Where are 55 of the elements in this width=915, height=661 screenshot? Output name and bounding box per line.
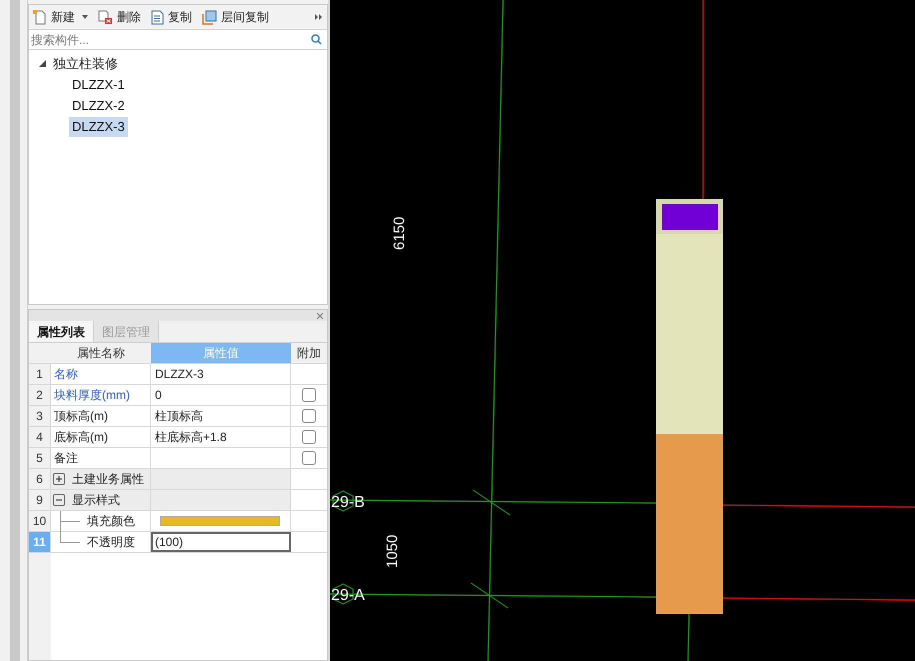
scrollbar-icon[interactable] — [10, 0, 20, 661]
tree-item[interactable]: DLZZX-2 — [69, 96, 128, 116]
tree-item[interactable]: 独立柱装修 — [53, 54, 118, 74]
new-document-icon — [33, 10, 47, 24]
column-header: 属性名称 — [51, 343, 151, 363]
tree-item[interactable]: DLZZX-3 — [69, 116, 128, 136]
checkbox[interactable] — [302, 409, 316, 423]
property-name: 备注 — [54, 450, 78, 467]
row-number: 6 — [29, 469, 51, 489]
axis-line — [687, 614, 690, 661]
value-cell[interactable] — [151, 469, 291, 489]
dimension-label: 6150 — [391, 216, 408, 250]
dimension-label: 1050 — [384, 534, 401, 568]
property-name: 顶标高(m) — [54, 408, 108, 425]
property-name: 土建业务属性 — [72, 471, 144, 488]
row-number: 1 — [29, 364, 51, 384]
property-name: 填充颜色 — [87, 513, 135, 530]
tick-mark — [472, 490, 510, 516]
toolbar-button[interactable]: 新建 — [33, 8, 88, 26]
property-name: 块料厚度(mm) — [54, 387, 130, 404]
expand-icon[interactable] — [53, 473, 65, 485]
row-number: 11 — [29, 532, 51, 552]
stacked-squares-icon — [202, 10, 217, 24]
row-number: 5 — [29, 448, 51, 468]
property-name: 不透明度 — [87, 534, 135, 551]
more-icon[interactable] — [315, 14, 323, 20]
column-header: 附加 — [291, 343, 327, 363]
expand-arrow-icon[interactable] — [39, 60, 46, 67]
collapse-icon[interactable] — [53, 494, 65, 506]
tree-item[interactable]: DLZZX-1 — [69, 74, 128, 94]
checkbox[interactable] — [302, 451, 316, 465]
row-number: 10 — [29, 511, 51, 531]
color-swatch[interactable] — [160, 516, 280, 526]
value-cell[interactable]: (100) — [151, 532, 291, 552]
row-number: 4 — [29, 427, 51, 447]
toolbar-button[interactable]: 层间复制 — [202, 8, 269, 26]
delete-document-icon — [98, 10, 113, 24]
document-icon — [151, 10, 164, 24]
value-cell[interactable] — [151, 490, 291, 510]
panel-tab[interactable]: 属性列表 — [29, 321, 94, 342]
row-number: 3 — [29, 406, 51, 426]
tick-mark — [470, 582, 508, 608]
property-name: 名称 — [54, 366, 78, 383]
row-number: 9 — [29, 490, 51, 510]
property-name: 显示样式 — [72, 492, 120, 509]
close-icon[interactable] — [317, 312, 323, 318]
toolbar-button[interactable]: 删除 — [98, 8, 141, 26]
checkbox[interactable] — [302, 430, 316, 444]
column-header: 属性值 — [151, 343, 291, 363]
search-icon[interactable] — [311, 34, 322, 45]
checkbox[interactable] — [302, 388, 316, 402]
search-field[interactable]: 搜索构件... — [31, 30, 311, 48]
toolbar-button[interactable]: 复制 — [151, 8, 192, 26]
property-name: 底标高(m) — [54, 429, 108, 446]
row-number: 2 — [29, 385, 51, 405]
